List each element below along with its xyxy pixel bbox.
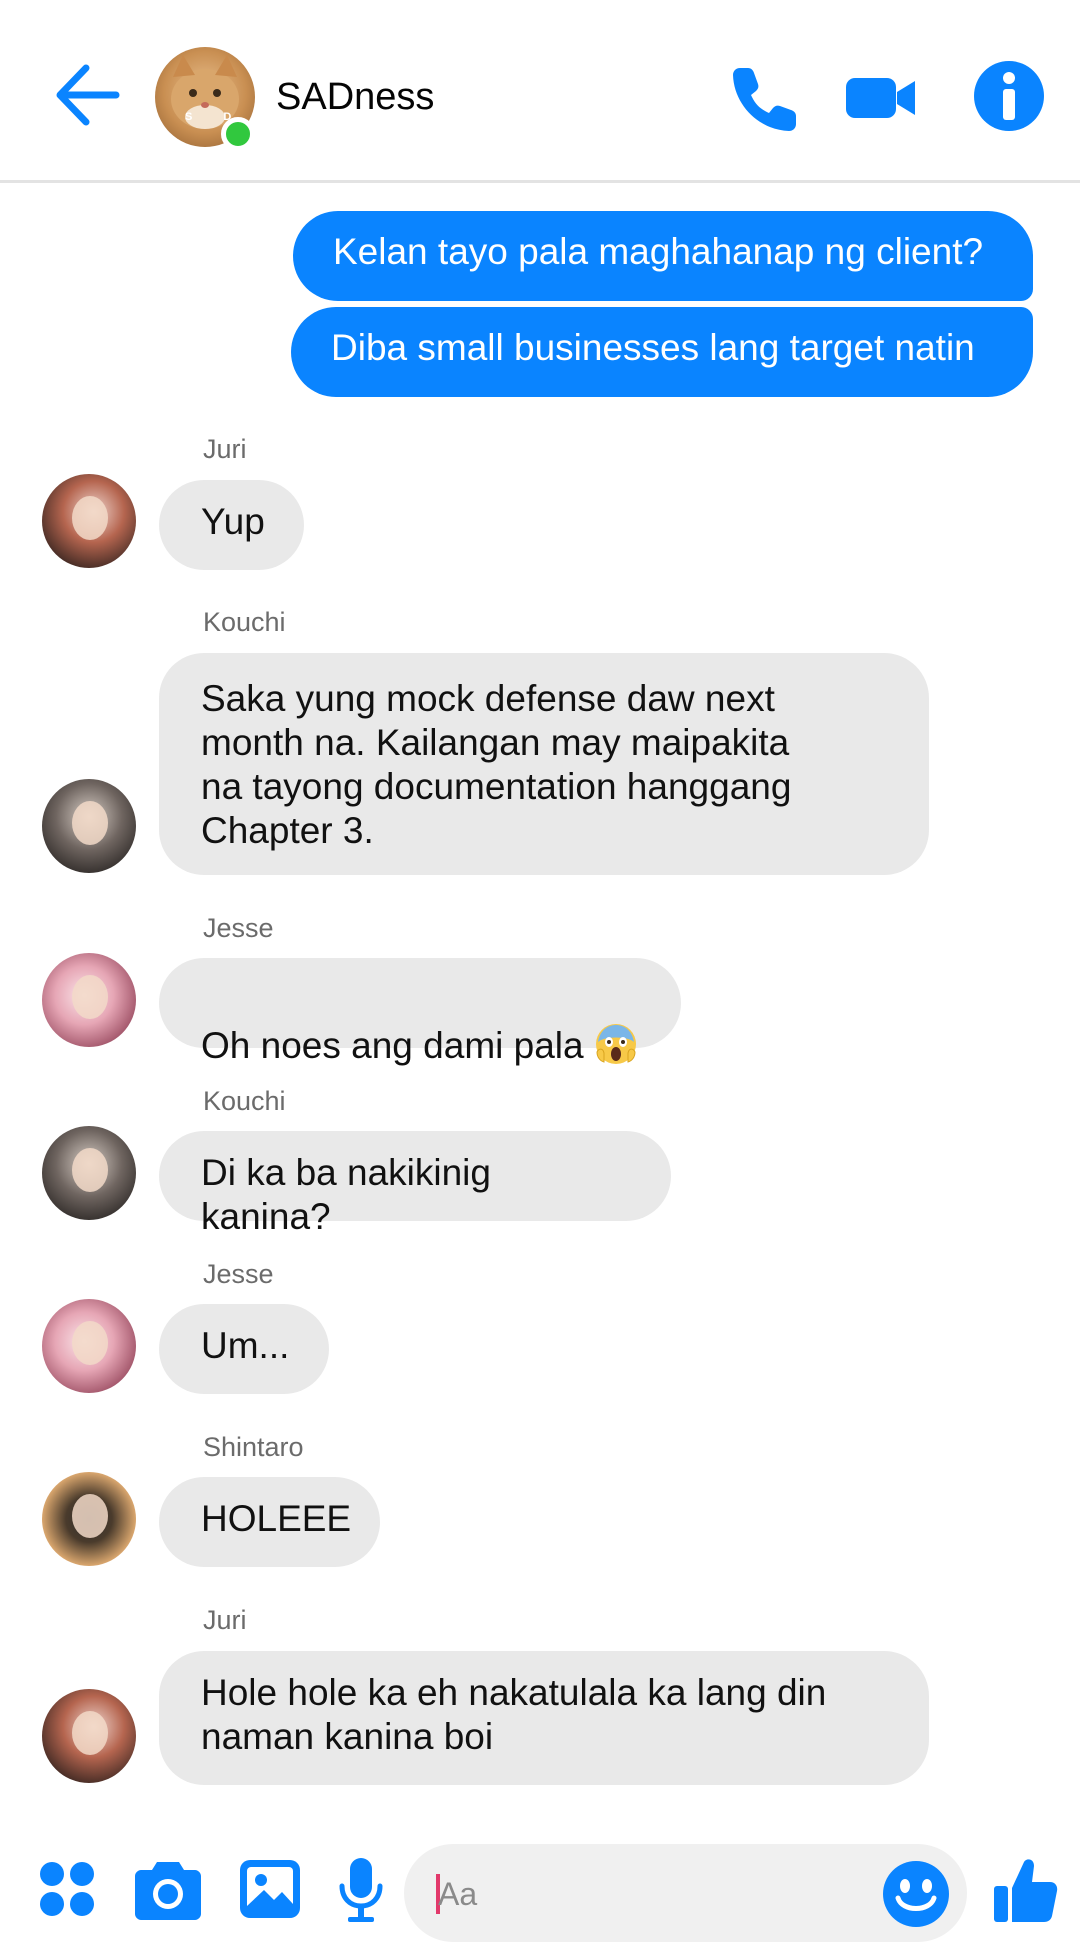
- avatar[interactable]: [42, 1126, 136, 1220]
- image-icon[interactable]: [240, 1858, 300, 1920]
- online-status-indicator: [221, 117, 255, 151]
- incoming-message-bubble[interactable]: Yup: [159, 480, 304, 570]
- message-composer: [0, 1830, 1080, 1946]
- avatar[interactable]: [42, 1299, 136, 1393]
- message-input[interactable]: [436, 1844, 860, 1944]
- sender-name: Kouchi: [203, 607, 286, 637]
- chat-title[interactable]: SADness: [276, 76, 434, 119]
- incoming-message-bubble[interactable]: HOLEEE: [159, 1477, 380, 1567]
- apps-grid-icon[interactable]: [38, 1860, 96, 1918]
- sender-name: Shintaro: [203, 1432, 304, 1462]
- info-icon[interactable]: [971, 58, 1047, 134]
- outgoing-message-bubble[interactable]: Diba small businesses lang target natin: [291, 307, 1033, 397]
- message-input-container[interactable]: [404, 1844, 967, 1944]
- camera-icon[interactable]: [135, 1858, 201, 1920]
- microphone-icon[interactable]: [338, 1856, 384, 1924]
- incoming-message-bubble[interactable]: Um...: [159, 1304, 329, 1394]
- sender-name: Jesse: [203, 913, 274, 943]
- smiley-icon[interactable]: [882, 1860, 950, 1928]
- avatar[interactable]: [42, 1689, 136, 1783]
- avatar[interactable]: [42, 474, 136, 568]
- screaming-face-emoji-icon: [594, 1022, 638, 1066]
- incoming-message-bubble[interactable]: Hole hole ka eh nakatulala ka lang din n…: [159, 1651, 929, 1785]
- back-arrow-icon[interactable]: [52, 62, 122, 128]
- message-text: Oh noes ang dami pala: [201, 1025, 584, 1066]
- incoming-message-bubble[interactable]: Saka yung mock defense daw next month na…: [159, 653, 929, 875]
- chat-header: S D SADness: [0, 0, 1080, 183]
- thumbs-up-icon[interactable]: [992, 1856, 1058, 1924]
- avatar[interactable]: [42, 953, 136, 1047]
- phone-icon[interactable]: [728, 62, 800, 134]
- sender-name: Jesse: [203, 1259, 274, 1289]
- avatar[interactable]: [42, 1472, 136, 1566]
- incoming-message-bubble[interactable]: Di ka ba nakikinig kanina?: [159, 1131, 671, 1237]
- outgoing-message-bubble[interactable]: Kelan tayo pala maghahanap ng client?: [293, 211, 1033, 301]
- video-camera-icon[interactable]: [845, 62, 917, 134]
- sender-name: Juri: [203, 434, 247, 464]
- incoming-message-bubble[interactable]: Oh noes ang dami pala: [159, 958, 681, 1066]
- chat-screen: S D SADness Kelan tayo pala maghahanap n…: [0, 0, 1080, 1946]
- avatar[interactable]: [42, 779, 136, 873]
- sender-name: Kouchi: [203, 1086, 286, 1116]
- sender-name: Juri: [203, 1605, 247, 1635]
